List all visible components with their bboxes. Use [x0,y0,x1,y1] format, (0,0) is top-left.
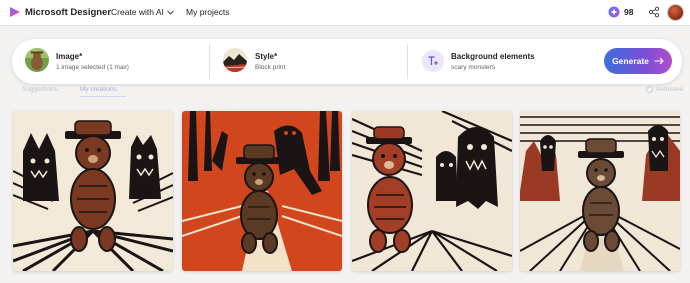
tab-my-creations[interactable]: My creations [80,86,117,93]
background-label: Background elements [451,52,535,61]
circle-icon [646,86,653,93]
result-image-1[interactable] [13,111,173,271]
share-icon[interactable] [648,6,660,18]
tab-suggestions[interactable]: Suggestions [22,86,58,93]
nav-create-label: Create with AI [111,7,164,17]
tab-underline [80,96,126,97]
background-field[interactable]: Background elements scary monsters [408,39,598,84]
style-thumbnail [223,48,247,72]
credits-icon [608,6,620,18]
generate-label: Generate [612,56,649,66]
generate-button[interactable]: Generate [604,48,672,74]
prompt-card: Image* 1 image selected (1 max) Style* B… [12,39,682,84]
chevron-down-icon [167,9,174,15]
result-image-4[interactable] [520,111,680,271]
app-title[interactable]: Microsoft Designer [25,7,111,18]
image-label: Image* [56,52,83,61]
top-bar: Microsoft Designer Create with AI My pro… [0,0,690,26]
nav-my-projects[interactable]: My projects [186,7,229,17]
background-sub: scary monsters [451,64,496,71]
image-sub: 1 image selected (1 max) [56,64,129,71]
style-field[interactable]: Style* Block print [210,39,406,84]
nav-create-with-ai[interactable]: Create with AI [111,7,174,17]
avatar[interactable] [667,4,684,21]
credits-value: 98 [624,7,634,17]
credits-counter[interactable]: 98 [608,6,633,18]
text-add-icon [422,50,444,72]
designer-logo-icon[interactable] [9,6,21,18]
image-field[interactable]: Image* 1 image selected (1 max) [12,39,208,84]
autosave-label: Autosave [656,86,684,93]
result-image-2[interactable] [182,111,342,271]
image-thumbnail [25,48,49,72]
style-sub: Block print [255,64,286,71]
arrow-right-icon [654,57,664,65]
result-image-3[interactable] [352,111,512,271]
autosave-toggle[interactable]: Autosave [646,86,683,93]
style-label: Style* [255,52,278,61]
